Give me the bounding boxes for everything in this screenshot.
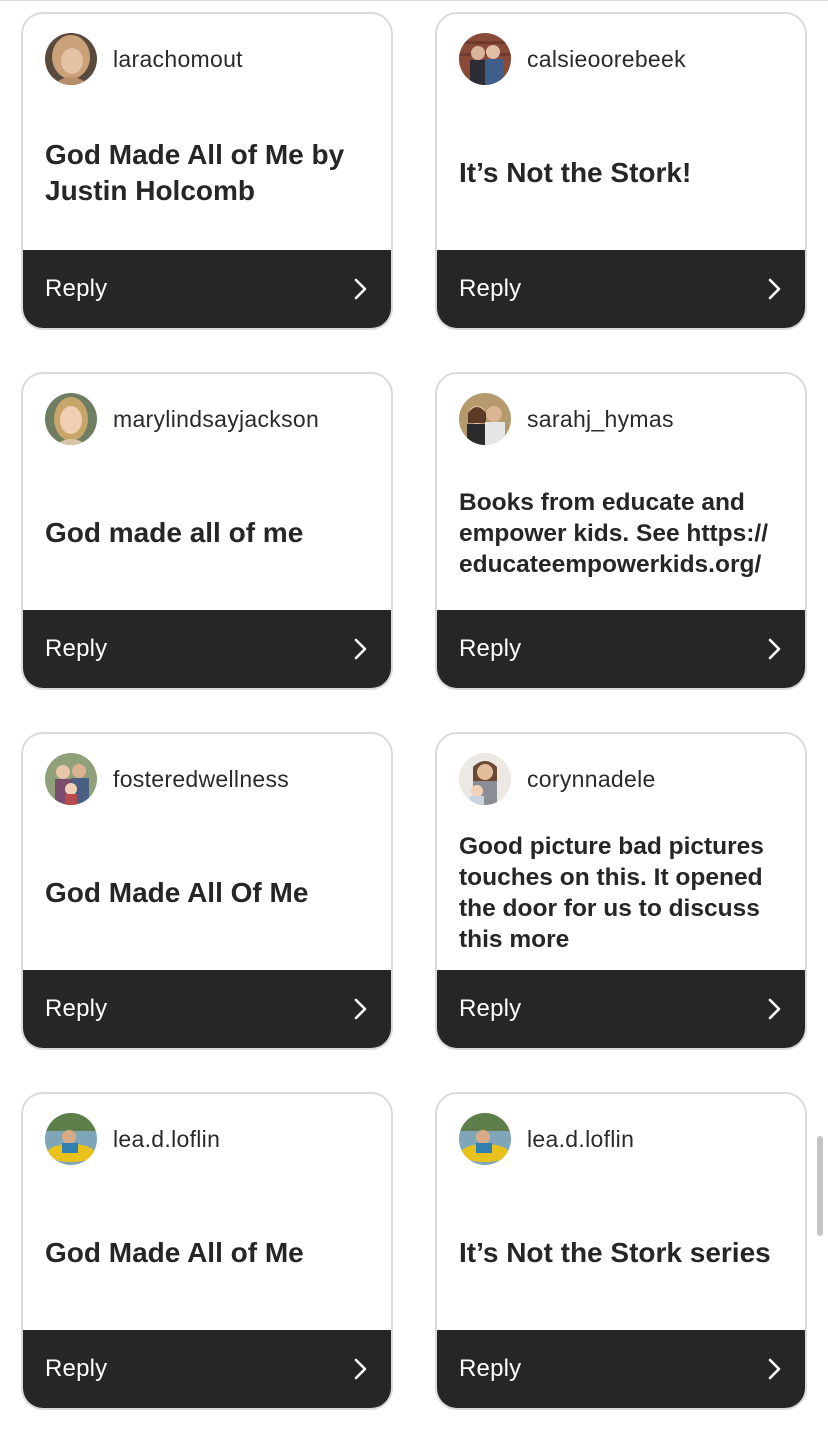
avatar[interactable] bbox=[45, 753, 97, 805]
card-header: larachomout bbox=[45, 32, 243, 86]
reply-label: Reply bbox=[45, 1355, 108, 1382]
reply-button[interactable]: Reply bbox=[23, 250, 391, 328]
top-divider bbox=[0, 0, 828, 1]
card-header: marylindsayjackson bbox=[45, 392, 319, 446]
chevron-right-icon bbox=[353, 277, 369, 301]
username[interactable]: lea.d.loflin bbox=[113, 1126, 220, 1153]
username[interactable]: larachomout bbox=[113, 46, 243, 73]
card-body: It’s Not the Stork! bbox=[459, 94, 789, 252]
avatar[interactable] bbox=[45, 33, 97, 85]
card-header: lea.d.loflin bbox=[459, 1112, 634, 1166]
comment-card: fosteredwellness God Made All Of Me Repl… bbox=[21, 732, 393, 1050]
reply-button[interactable]: Reply bbox=[23, 610, 391, 688]
reply-label: Reply bbox=[45, 995, 108, 1022]
comment-card: lea.d.loflin God Made All of Me Reply bbox=[21, 1092, 393, 1410]
reply-button[interactable]: Reply bbox=[437, 250, 805, 328]
reply-label: Reply bbox=[459, 635, 522, 662]
comment-card: marylindsayjackson God made all of me Re… bbox=[21, 372, 393, 690]
chevron-right-icon bbox=[353, 997, 369, 1021]
avatar-image bbox=[459, 33, 511, 85]
reply-label: Reply bbox=[45, 275, 108, 302]
comment-text: God made all of me bbox=[45, 517, 304, 548]
comment-text: God Made All Of Me bbox=[45, 877, 309, 908]
scrollbar-thumb[interactable] bbox=[817, 1136, 823, 1236]
avatar[interactable] bbox=[459, 393, 511, 445]
reply-label: Reply bbox=[459, 275, 522, 302]
chevron-right-icon bbox=[353, 1357, 369, 1381]
comment-card: lea.d.loflin It’s Not the Stork series R… bbox=[435, 1092, 807, 1410]
username[interactable]: marylindsayjackson bbox=[113, 406, 319, 433]
username[interactable]: calsieoorebeek bbox=[527, 46, 686, 73]
card-body: Good picture bad pictures touches on thi… bbox=[459, 814, 789, 972]
avatar-image bbox=[459, 753, 511, 805]
card-body: God Made All Of Me bbox=[45, 814, 375, 972]
comment-card: calsieoorebeek It’s Not the Stork! Reply bbox=[435, 12, 807, 330]
comment-text: God Made All of Me bbox=[45, 1237, 304, 1268]
reply-button[interactable]: Reply bbox=[23, 1330, 391, 1408]
reply-label: Reply bbox=[45, 635, 108, 662]
reply-label: Reply bbox=[459, 1355, 522, 1382]
card-body: God Made All of Me by Justin Holcomb bbox=[45, 94, 375, 252]
comment-text: Books from educate and empower kids. See… bbox=[459, 488, 769, 578]
comment-text: It’s Not the Stork series bbox=[459, 1237, 771, 1268]
avatar-image bbox=[45, 393, 97, 445]
card-header: fosteredwellness bbox=[45, 752, 289, 806]
username[interactable]: corynnadele bbox=[527, 766, 656, 793]
reply-button[interactable]: Reply bbox=[23, 970, 391, 1048]
chevron-right-icon bbox=[767, 277, 783, 301]
avatar-image bbox=[45, 1113, 97, 1165]
chevron-right-icon bbox=[767, 997, 783, 1021]
card-body: Books from educate and empower kids. See… bbox=[459, 454, 789, 612]
comment-text: God Made All of Me by Justin Holcomb bbox=[45, 139, 345, 206]
avatar-image bbox=[45, 33, 97, 85]
comment-card: corynnadele Good picture bad pictures to… bbox=[435, 732, 807, 1050]
reply-button[interactable]: Reply bbox=[437, 970, 805, 1048]
chevron-right-icon bbox=[767, 1357, 783, 1381]
card-body: It’s Not the Stork series bbox=[459, 1174, 789, 1332]
avatar[interactable] bbox=[45, 393, 97, 445]
avatar-image bbox=[45, 753, 97, 805]
comment-card: sarahj_hymas Books from educate and empo… bbox=[435, 372, 807, 690]
card-body: God made all of me bbox=[45, 454, 375, 612]
card-body: God Made All of Me bbox=[45, 1174, 375, 1332]
reply-label: Reply bbox=[459, 995, 522, 1022]
card-header: sarahj_hymas bbox=[459, 392, 674, 446]
avatar[interactable] bbox=[45, 1113, 97, 1165]
card-header: lea.d.loflin bbox=[45, 1112, 220, 1166]
chevron-right-icon bbox=[353, 637, 369, 661]
avatar[interactable] bbox=[459, 1113, 511, 1165]
reply-button[interactable]: Reply bbox=[437, 610, 805, 688]
avatar[interactable] bbox=[459, 33, 511, 85]
username[interactable]: lea.d.loflin bbox=[527, 1126, 634, 1153]
username[interactable]: sarahj_hymas bbox=[527, 406, 674, 433]
avatar[interactable] bbox=[459, 753, 511, 805]
comment-grid: larachomout God Made All of Me by Justin… bbox=[21, 12, 807, 1410]
comment-text: Good picture bad pictures touches on thi… bbox=[459, 833, 764, 953]
card-header: corynnadele bbox=[459, 752, 656, 806]
avatar-image bbox=[459, 393, 511, 445]
username[interactable]: fosteredwellness bbox=[113, 766, 289, 793]
avatar-image bbox=[459, 1113, 511, 1165]
comment-card: larachomout God Made All of Me by Justin… bbox=[21, 12, 393, 330]
chevron-right-icon bbox=[767, 637, 783, 661]
comment-text: It’s Not the Stork! bbox=[459, 157, 692, 188]
card-header: calsieoorebeek bbox=[459, 32, 686, 86]
reply-button[interactable]: Reply bbox=[437, 1330, 805, 1408]
